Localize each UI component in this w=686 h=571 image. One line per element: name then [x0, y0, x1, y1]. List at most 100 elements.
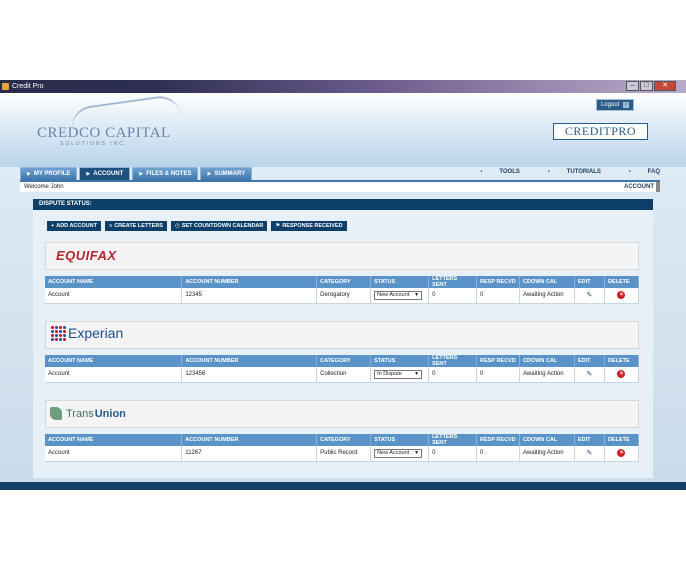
create-letters-button[interactable]: ≡ CREATE LETTERS [104, 221, 167, 231]
arrow-icon: ▶ [139, 171, 144, 177]
column-header: ACCOUNT NAME [45, 355, 183, 367]
status-value: New Account [377, 449, 410, 456]
experian-wordmark: Experian [68, 325, 124, 341]
window-title: Credit Pro [12, 83, 44, 90]
arrow-icon: ▶ [207, 171, 212, 177]
column-header: CATEGORY [316, 276, 372, 288]
set-countdown-calendar-button[interactable]: ◷ SET COUNTDOWN CALENDAR [170, 221, 268, 231]
column-header: ACCOUNT NUMBER [181, 434, 318, 446]
cell-account-number: 123456 [181, 367, 318, 383]
bureau-logo-box: Trans Union [45, 400, 639, 428]
cell-account-number: 11267 [181, 446, 318, 462]
cell-status: New Account ▼ [370, 288, 430, 304]
window-controls: – □ ✕ [625, 81, 676, 91]
column-header: ACCOUNT NUMBER [181, 355, 318, 367]
panel-title: DISPUTE STATUS: [33, 199, 653, 210]
column-header: EDIT [574, 434, 605, 446]
cell-delete: × [604, 367, 640, 383]
link-tutorials[interactable]: • TUTORIALS [534, 169, 601, 175]
transunion-leaf-icon [50, 407, 62, 420]
pencil-icon[interactable]: ✎ [587, 450, 593, 457]
logout-label: Logout [600, 102, 620, 108]
column-header: LETTERS SENT [428, 276, 478, 288]
maximize-button[interactable]: □ [640, 81, 653, 91]
link-label: TOOLS [499, 169, 520, 175]
dispute-panel: + ADD ACCOUNT ≡ CREATE LETTERS ◷ SET COUNTD… [33, 210, 653, 478]
accounts-table: ACCOUNT NAME ACCOUNT NUMBER CATEGORY STA… [45, 276, 640, 304]
column-header: DELETE [604, 355, 640, 367]
transunion-wordmark-a: Trans [66, 407, 94, 420]
link-label: TUTORIALS [566, 169, 601, 175]
bullet-icon: • [480, 169, 483, 175]
column-header: RESP RECVD [476, 276, 521, 288]
bureau-logo-box: EQUIFAX [45, 242, 639, 270]
pencil-icon[interactable]: ✎ [587, 371, 593, 378]
cell-account-name: Account [45, 446, 183, 462]
response-received-button[interactable]: ⚑ RESPONSE RECEIVED [271, 221, 347, 231]
bureau-experian: Experian ACCOUNT NAME ACCOUNT NUMBER CAT… [45, 321, 640, 393]
delete-icon[interactable]: × [617, 449, 626, 458]
tab-summary[interactable]: ▶ SUMMARY [200, 167, 253, 180]
app-window: Credit Pro – □ ✕ CREDCO CAPITAL SOLUTION… [0, 80, 686, 490]
column-header: RESP RECVD [476, 355, 521, 367]
bullet-icon: • [547, 169, 550, 175]
flag-icon: ⚑ [275, 223, 281, 229]
button-label: RESPONSE RECEIVED [282, 223, 343, 229]
welcome-bar: Welcome John ACCOUNT [20, 180, 660, 192]
cell-category: Public Record [316, 446, 372, 462]
tab-label: SUMMARY [214, 171, 246, 177]
link-tools[interactable]: • TOOLS [467, 169, 520, 175]
table-header-row: ACCOUNT NAME ACCOUNT NUMBER CATEGORY STA… [45, 276, 640, 288]
status-select[interactable]: New Account ▼ [374, 290, 423, 300]
logout-button[interactable]: Logout × [595, 99, 634, 111]
pencil-icon[interactable]: ✎ [587, 292, 593, 299]
add-account-button[interactable]: + ADD ACCOUNT [47, 221, 101, 231]
cell-edit: ✎ [574, 367, 605, 383]
footer-bar [0, 482, 686, 490]
column-header: STATUS [370, 355, 430, 367]
column-header: LETTERS SENT [428, 434, 478, 446]
experian-logo: Experian [50, 325, 123, 341]
tab-account[interactable]: ▶ ACCOUNT [79, 167, 131, 180]
close-button[interactable]: ✕ [654, 81, 676, 91]
cell-edit: ✎ [574, 288, 605, 304]
delete-icon[interactable]: × [617, 291, 626, 300]
column-header: ACCOUNT NAME [45, 276, 183, 288]
column-header: DELETE [604, 434, 640, 446]
tab-label: MY PROFILE [33, 171, 71, 177]
cell-letters-sent: 0 [428, 367, 478, 383]
action-bar: + ADD ACCOUNT ≡ CREATE LETTERS ◷ SET COUNTD… [47, 221, 351, 231]
cell-status: In Dispute ▼ [370, 367, 430, 383]
column-header: CATEGORY [316, 434, 372, 446]
letters-icon: ≡ [108, 223, 113, 229]
cell-cdown-cal: Awaiting Action [519, 367, 575, 383]
cell-account-number: 12345 [181, 288, 318, 304]
status-select[interactable]: In Dispute ▼ [374, 369, 423, 379]
cell-resp-recvd: 0 [476, 288, 521, 304]
app-icon [2, 83, 9, 90]
column-header: EDIT [574, 355, 605, 367]
minimize-button[interactable]: – [626, 81, 639, 91]
tab-files-notes[interactable]: ▶ FILES & NOTES [132, 167, 199, 180]
column-header: CDOWN CAL [519, 355, 575, 367]
link-faq[interactable]: • FAQ [615, 169, 660, 175]
button-label: CREATE LETTERS [114, 223, 163, 229]
delete-icon[interactable]: × [617, 370, 626, 379]
scrollbar[interactable] [656, 182, 660, 192]
table-row: Account 11267 Public Record New Account ▼… [45, 446, 640, 462]
cell-delete: × [604, 288, 640, 304]
arrow-icon: ▶ [86, 171, 91, 177]
button-label: ADD ACCOUNT [56, 223, 97, 229]
tab-label: FILES & NOTES [146, 171, 192, 177]
column-header: CDOWN CAL [519, 434, 575, 446]
column-header: DELETE [604, 276, 640, 288]
tab-label: ACCOUNT [93, 171, 124, 177]
company-logo: CREDCO CAPITAL [37, 125, 171, 141]
cell-account-name: Account [45, 288, 183, 304]
status-select[interactable]: New Account ▼ [374, 448, 423, 458]
breadcrumb: ACCOUNT [624, 184, 654, 190]
tab-my-profile[interactable]: ▶ MY PROFILE [20, 167, 78, 180]
table-row: Account 123456 Collection In Dispute ▼ 0 … [45, 367, 640, 383]
cell-resp-recvd: 0 [476, 367, 521, 383]
clock-icon: ◷ [174, 223, 180, 229]
